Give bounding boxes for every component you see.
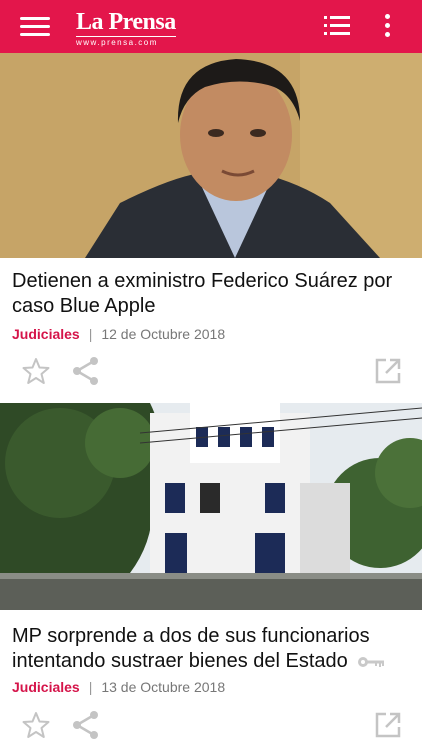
article-photo[interactable] xyxy=(0,53,422,258)
hamburger-menu-icon[interactable] xyxy=(20,17,50,37)
meta-separator: | xyxy=(88,679,93,695)
article-headline[interactable]: MP sorprende a dos de sus funcionarios i… xyxy=(12,624,412,674)
article-headline[interactable]: Detienen a exministro Federico Suárez po… xyxy=(12,269,412,319)
star-icon[interactable] xyxy=(22,711,50,739)
share-icon[interactable] xyxy=(72,710,100,740)
share-icon[interactable] xyxy=(72,356,100,386)
star-icon[interactable] xyxy=(22,357,50,385)
logo[interactable]: La Prensa www.prensa.com xyxy=(76,9,176,47)
article-actions xyxy=(0,355,422,391)
article-actions xyxy=(0,709,422,745)
article-date: 13 de Octubre 2018 xyxy=(101,679,226,695)
logo-subtitle: www.prensa.com xyxy=(76,36,176,47)
external-link-icon[interactable] xyxy=(374,711,402,739)
logo-title: La Prensa xyxy=(76,9,176,35)
article-photo[interactable] xyxy=(0,403,422,610)
building-image xyxy=(0,403,422,610)
meta-separator: | xyxy=(88,326,93,342)
article-meta: Judiciales | 13 de Octubre 2018 xyxy=(12,678,225,696)
portrait-image xyxy=(0,53,422,258)
article-card[interactable]: Detienen a exministro Federico Suárez po… xyxy=(0,53,422,385)
article-headline-text: MP sorprende a dos de sus funcionarios i… xyxy=(12,625,370,672)
category-link[interactable]: Judiciales xyxy=(12,325,80,343)
list-icon[interactable] xyxy=(324,16,350,36)
article-meta: Judiciales | 12 de Octubre 2018 xyxy=(12,325,225,343)
more-vertical-icon[interactable] xyxy=(383,14,391,40)
top-bar: La Prensa www.prensa.com xyxy=(0,0,422,53)
article-date: 12 de Octubre 2018 xyxy=(101,326,226,342)
article-card[interactable]: MP sorprende a dos de sus funcionarios i… xyxy=(0,403,422,739)
category-link[interactable]: Judiciales xyxy=(12,678,80,696)
key-icon xyxy=(358,656,385,667)
external-link-icon[interactable] xyxy=(374,357,402,385)
